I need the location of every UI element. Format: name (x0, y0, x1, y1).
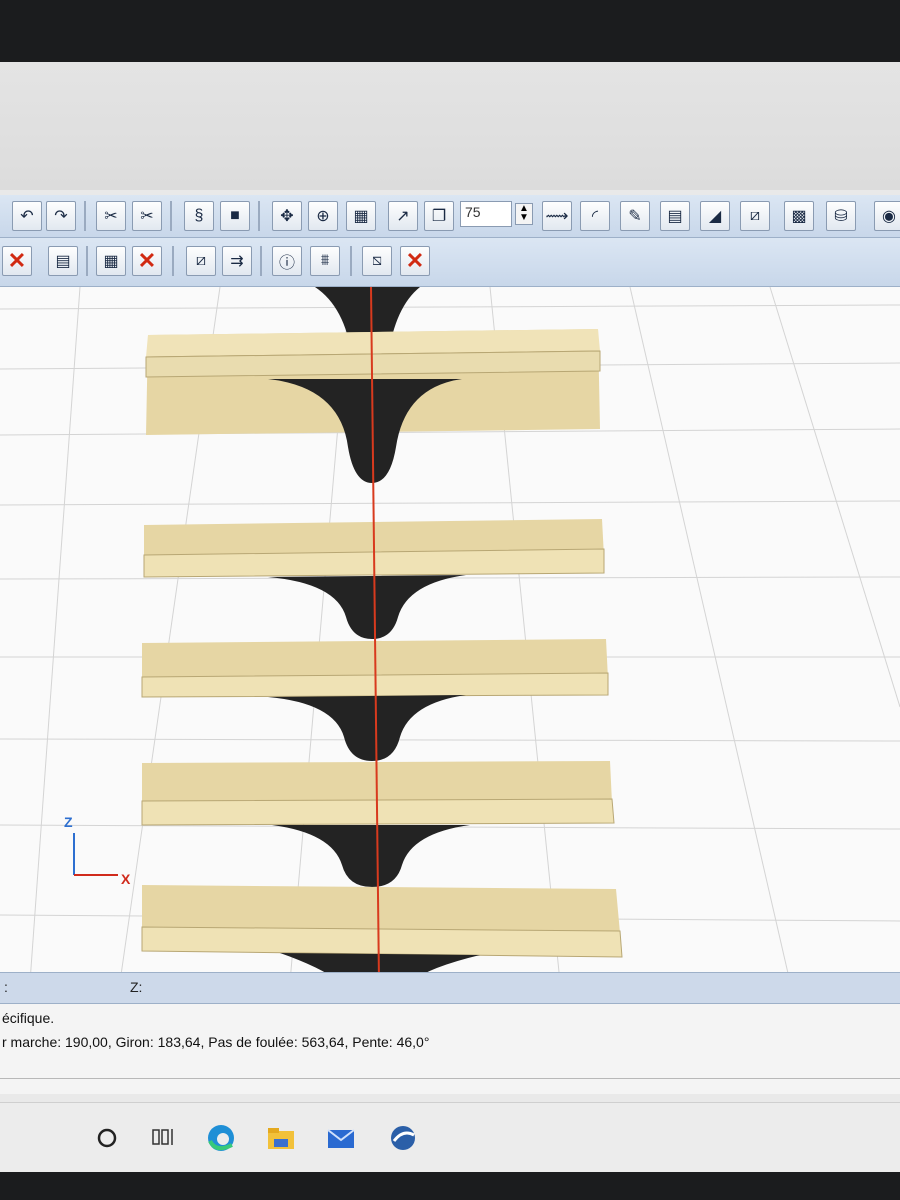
zoom-spinner[interactable]: ▲ ▼ (515, 203, 533, 225)
coordinate-bar: : Z: (0, 972, 900, 1004)
stair-dimensions-text: r marche: 190,00, Giron: 183,64, Pas de … (2, 1034, 430, 1050)
bucket-icon[interactable]: ⛁ (826, 201, 856, 231)
main-toolbar: ↶ ↷ ✂ ✂ § ■ ✥ ⊕ ▦ ↗ ❐ 75 ▲ ▼ ⟿ ◜ ✎ ▤ ◢ ⧄ … (0, 195, 900, 238)
status-message: écifique. (2, 1010, 55, 1026)
wall-grid-icon[interactable]: ▦ (96, 246, 126, 276)
stair-info-icon[interactable]: ⓘ (272, 246, 302, 276)
app-icon[interactable] (386, 1121, 420, 1155)
file-explorer-icon[interactable] (264, 1121, 298, 1155)
stair-3d-view (0, 287, 900, 982)
toolbar-separator (84, 201, 86, 231)
title-area (0, 62, 900, 190)
cut-a-icon[interactable]: ✂ (96, 201, 126, 231)
edge-icon[interactable] (204, 1121, 238, 1155)
status-panel: écifique. r marche: 190,00, Giron: 183,6… (0, 1004, 900, 1094)
palette-icon[interactable]: ◉ (874, 201, 900, 231)
railing-icon[interactable]: ⩩ (310, 246, 340, 276)
grid-icon[interactable]: ▦ (346, 201, 376, 231)
texture-icon[interactable]: ▩ (784, 201, 814, 231)
wall-icon[interactable]: ▤ (660, 201, 690, 231)
z-coordinate-label: Z: (130, 979, 143, 995)
search-circle-icon[interactable] (90, 1121, 124, 1155)
pencil-icon[interactable]: ✎ (620, 201, 650, 231)
stair-remove-icon[interactable]: ⧅ (362, 246, 392, 276)
pipe-icon[interactable]: ⟿ (542, 201, 572, 231)
mail-icon[interactable] (324, 1121, 358, 1155)
undo-icon[interactable]: ↶ (12, 201, 42, 231)
add-wall-icon[interactable]: ▤ (48, 246, 78, 276)
axes-icon[interactable]: ↗ (388, 201, 418, 231)
spring-icon[interactable]: § (184, 201, 214, 231)
toolbar-separator (170, 201, 172, 231)
slope-icon[interactable]: ◢ (700, 201, 730, 231)
stringer-segment (272, 825, 470, 887)
stair-arrow-icon[interactable]: ⇉ (222, 246, 252, 276)
secondary-toolbar: ✕ ▤ ▦ ✕ ⧄ ⇉ ⓘ ⩩ ⧅ ✕ (0, 238, 900, 287)
drawing-canvas[interactable]: Z X (0, 287, 900, 982)
zoom-input[interactable]: 75 (460, 201, 512, 227)
block-icon[interactable]: ■ (220, 201, 250, 231)
toolbar-separator (86, 246, 88, 276)
tread (141, 885, 623, 958)
toolbar-separator (350, 246, 352, 276)
add-stair-icon[interactable]: ⧄ (186, 246, 216, 276)
coordinate-label: : (4, 979, 8, 995)
arc-icon[interactable]: ◜ (580, 201, 610, 231)
cut-b-icon[interactable]: ✂ (132, 201, 162, 231)
stair-icon[interactable]: ⧄ (740, 201, 770, 231)
stringer-segment (268, 695, 466, 761)
stringer-segment (268, 575, 466, 639)
toolbar-separator (260, 246, 262, 276)
target-icon[interactable]: ⊕ (308, 201, 338, 231)
toolbar-separator (172, 246, 174, 276)
move-icon[interactable]: ✥ (272, 201, 302, 231)
z-axis-label: Z (64, 814, 73, 830)
status-divider (0, 1078, 900, 1079)
x-axis-label: X (121, 871, 131, 887)
cube-icon[interactable]: ❐ (424, 201, 454, 231)
taskbar (0, 1102, 900, 1172)
close-icon[interactable]: ✕ (2, 246, 32, 276)
close-icon[interactable]: ✕ (132, 246, 162, 276)
close-icon[interactable]: ✕ (400, 246, 430, 276)
redo-icon[interactable]: ↷ (46, 201, 76, 231)
monitor-screen: ↶ ↷ ✂ ✂ § ■ ✥ ⊕ ▦ ↗ ❐ 75 ▲ ▼ ⟿ ◜ ✎ ▤ ◢ ⧄ … (0, 62, 900, 1172)
toolbar-separator (258, 201, 260, 231)
task-view-icon[interactable] (146, 1121, 180, 1155)
